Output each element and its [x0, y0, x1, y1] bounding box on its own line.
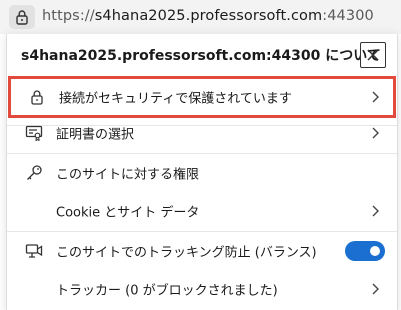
chevron-right-icon	[372, 127, 379, 139]
certificate-icon	[25, 124, 43, 142]
url-scheme: https://	[42, 8, 95, 24]
site-permissions-label: このサイトに対する権限	[56, 167, 200, 183]
close-button[interactable]	[360, 42, 386, 68]
site-info-panel: s4hana2025.professorsoft.com:44300 について …	[6, 34, 398, 310]
site-info-button[interactable]	[9, 5, 35, 29]
certificate-selection-item[interactable]: 証明書の選択	[7, 114, 397, 152]
tracking-prevention-label: このサイトでのトラッキング防止 (バランス)	[56, 245, 317, 261]
tracking-prevention-item: このサイトでのトラッキング防止 (バランス)	[7, 232, 397, 270]
certificate-selection-label: 証明書の選択	[56, 127, 135, 143]
address-bar: https://s4hana2025.professorsoft.com:443…	[0, 0, 401, 34]
tracking-prevention-icon	[25, 242, 43, 260]
toggle-knob	[370, 246, 380, 256]
trackers-item[interactable]: トラッカー (0 がブロックされました)	[7, 270, 397, 308]
cookie-site-data-label: Cookie とサイト データ	[56, 205, 200, 221]
chevron-right-icon	[372, 283, 379, 295]
connection-secure-label: 接続がセキュリティで保護されています	[59, 91, 292, 107]
lock-icon	[28, 88, 46, 106]
url-port: :44300	[322, 8, 374, 24]
url-host: s4hana2025.professorsoft.com	[94, 8, 323, 24]
tracking-prevention-toggle[interactable]	[345, 241, 385, 261]
lock-icon	[16, 10, 28, 25]
chevron-right-icon	[372, 205, 379, 217]
site-permissions-item: このサイトに対する権限	[7, 154, 397, 192]
connection-secure-item[interactable]: 接続がセキュリティで保護されています	[8, 76, 396, 118]
trackers-label: トラッカー (0 がブロックされました)	[56, 283, 278, 299]
chevron-right-icon	[372, 91, 379, 103]
url-field[interactable]: https://s4hana2025.professorsoft.com:443…	[42, 8, 374, 24]
panel-title: s4hana2025.professorsoft.com:44300 について	[21, 48, 381, 64]
cookie-site-data-item[interactable]: Cookie とサイト データ	[7, 192, 397, 230]
key-icon	[25, 164, 43, 182]
close-icon	[367, 49, 379, 61]
